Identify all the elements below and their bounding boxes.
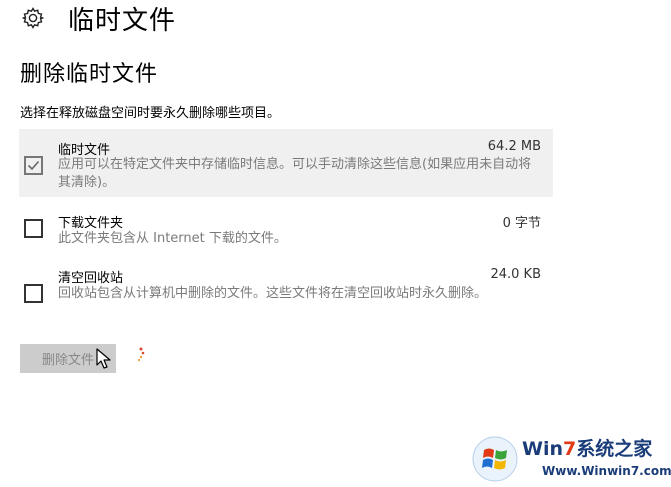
list-item-temp-files[interactable]: 临时文件 64.2 MB 应用可以在特定文件夹中存储临时信息。可以手动清除这些信… <box>19 129 553 197</box>
checkbox-downloads[interactable] <box>24 219 43 238</box>
section-description: 选择在释放磁盘空间时要永久删除哪些项目。 <box>20 106 281 121</box>
list-item-recycle-bin[interactable]: 清空回收站 24.0 KB 回收站包含从计算机中删除的文件。这些文件将在清空回收… <box>19 259 553 325</box>
checkbox-recycle-bin[interactable] <box>24 284 43 303</box>
item-detail: 应用可以在特定文件夹中存储临时信息。可以手动清除这些信息(如果应用未自动将其清除… <box>58 157 532 190</box>
mouse-cursor-icon <box>96 348 112 374</box>
loading-spinner-icon <box>134 347 148 367</box>
page-header: 临时文件 <box>20 0 176 36</box>
item-size: 0 字节 <box>502 216 541 231</box>
item-name: 下载文件夹 <box>58 216 124 231</box>
item-name: 清空回收站 <box>58 271 124 286</box>
page-title: 临时文件 <box>68 5 177 36</box>
watermark-url: Www.Winwin7.com <box>542 464 671 478</box>
item-detail: 回收站包含从计算机中删除的文件。这些文件将在清空回收站时永久删除。 <box>58 286 488 301</box>
checkbox-temp-files[interactable] <box>24 156 43 175</box>
item-size: 64.2 MB <box>487 139 541 154</box>
section-title: 删除临时文件 <box>20 62 159 87</box>
windows-logo-icon <box>472 436 518 486</box>
watermark-title: Win7系统之家 <box>522 438 653 460</box>
gear-icon[interactable] <box>20 5 46 31</box>
item-detail: 此文件夹包含从 Internet 下载的文件。 <box>58 231 287 246</box>
item-size: 24.0 KB <box>490 267 541 282</box>
list-item-downloads[interactable]: 下载文件夹 0 字节 此文件夹包含从 Internet 下载的文件。 <box>19 204 553 254</box>
watermark: Win7系统之家 Www.Winwin7.com <box>470 432 671 487</box>
